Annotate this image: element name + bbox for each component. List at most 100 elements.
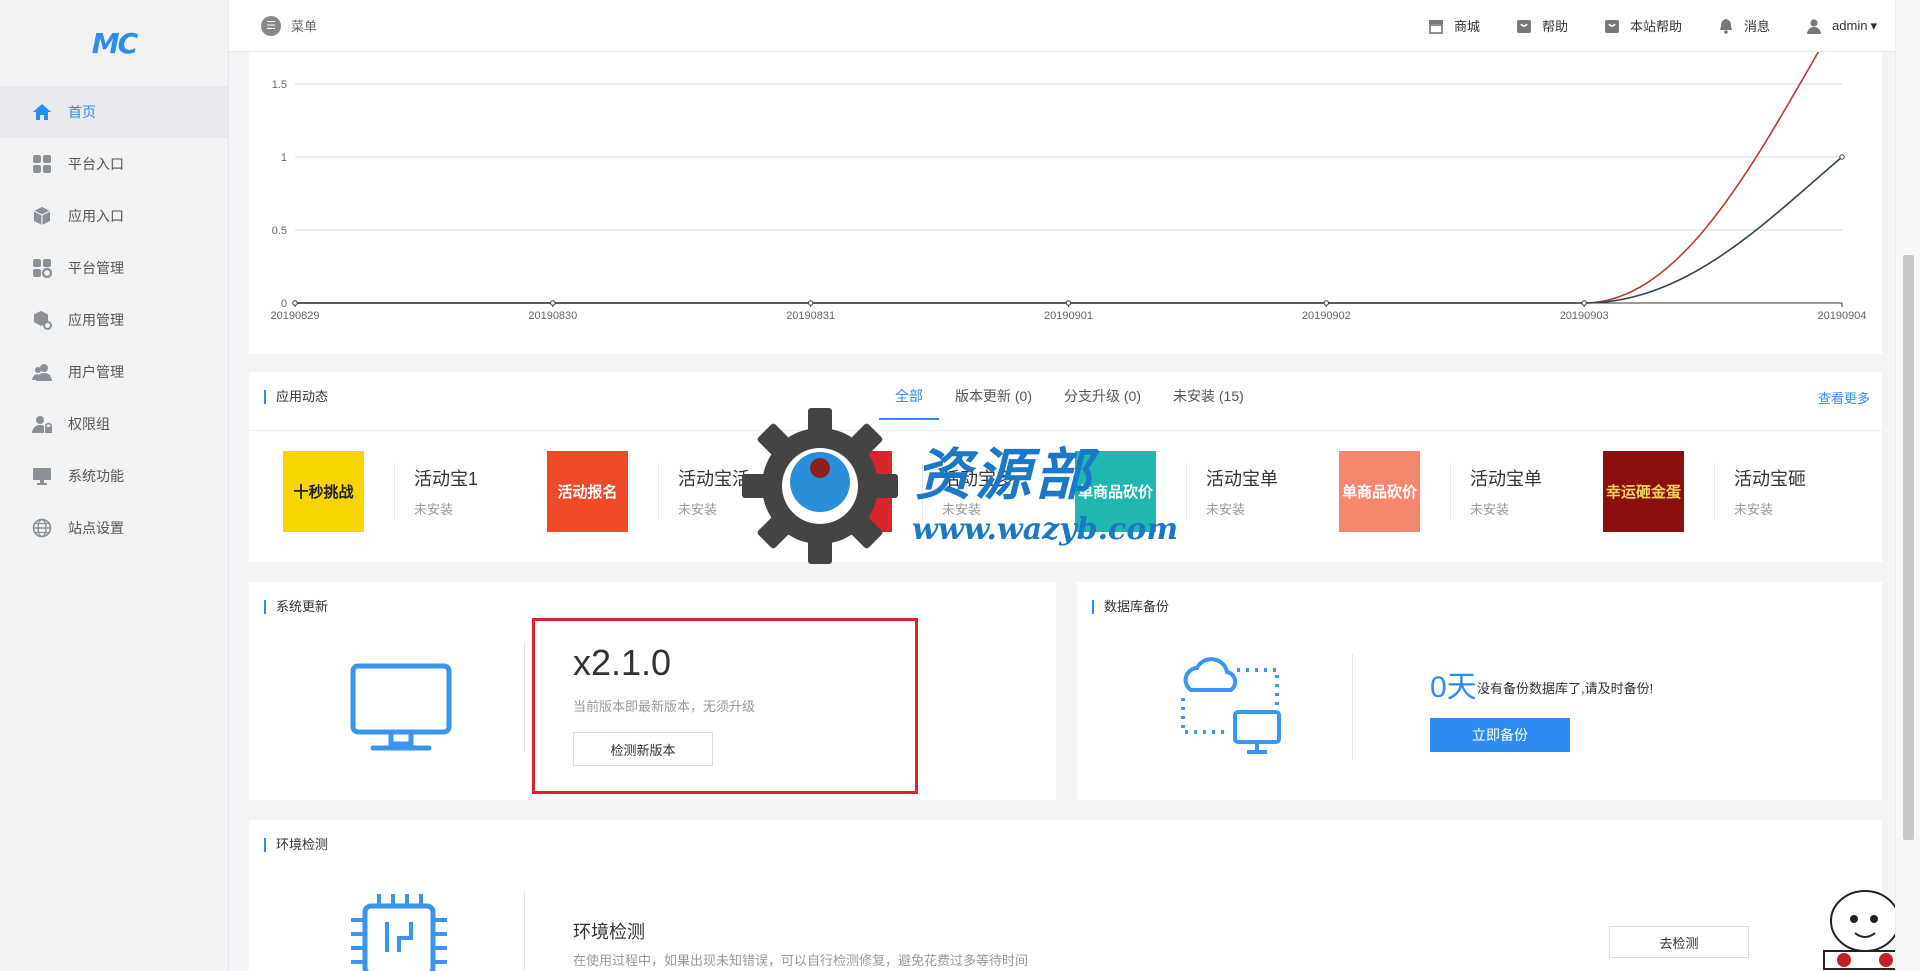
app-status: 未安装 — [678, 502, 718, 517]
top-link-label: 本站帮助 — [1630, 19, 1683, 34]
sidebar-item-3[interactable]: 平台管理 — [0, 242, 228, 294]
sidebar-item-label: 用户管理 — [68, 364, 124, 380]
x-tick-label: 20190831 — [786, 310, 835, 322]
data-point — [292, 300, 298, 306]
user-lock-icon — [32, 414, 52, 434]
sidebar-item-2[interactable]: 应用入口 — [0, 190, 228, 242]
y-tick-label: 1.5 — [272, 79, 287, 91]
y-tick-label: 1 — [281, 152, 287, 164]
data-point — [807, 300, 814, 306]
globe-icon — [32, 518, 52, 538]
cube-gear-icon — [32, 310, 52, 330]
grid-gear-icon — [32, 258, 52, 278]
sidebar-item-label: 应用管理 — [68, 312, 124, 328]
activity-tabs: 全部 版本更新 (0) 分支升级 (0) 未安装 (15) — [879, 372, 1260, 420]
bell-icon — [1718, 18, 1734, 34]
sidebar-item-0[interactable]: 首页 — [0, 86, 228, 138]
app-card[interactable]: 单商品砍价 活动宝单未安装 — [1305, 451, 1565, 533]
data-point — [1581, 300, 1587, 306]
sidebar: MC 首页平台入口应用入口平台管理应用管理用户管理权限组系统功能站点设置 — [0, 0, 229, 971]
sidebar-item-5[interactable]: 用户管理 — [0, 346, 228, 398]
series-line-0 — [295, 52, 1820, 304]
top-link-2[interactable]: 本站帮助 — [1604, 16, 1682, 35]
app-status: 未安装 — [1470, 502, 1510, 517]
top-link-1[interactable]: 帮助 — [1516, 16, 1568, 35]
tab-3[interactable]: 未安装 (15) — [1157, 372, 1260, 420]
sidebar-item-label: 平台入口 — [68, 156, 124, 172]
store-icon — [1428, 18, 1444, 34]
app-activity-card: 应用动态 全部 版本更新 (0) 分支升级 (0) 未安装 (15) 查看更多 十秒挑… — [249, 372, 1882, 562]
top-links: 商城 帮助 本站帮助 消息 admin ▾ — [1392, 16, 1895, 35]
line-chart: 0 0.5 1 1.5 20190829 20190830 20190831 20190901… — [271, 52, 1866, 322]
top-link-label: 消息 — [1744, 19, 1771, 34]
sidebar-item-8[interactable]: 站点设置 — [0, 502, 228, 554]
go-check-button[interactable]: 去检测 — [1609, 926, 1749, 958]
app-card[interactable]: 幸运砸金蛋 活动宝砸未安装 — [1569, 451, 1829, 533]
tab-2[interactable]: 分支升级 (0) — [1048, 372, 1157, 420]
app-thumbnail: 十秒挑战 — [283, 451, 364, 532]
sidebar-item-1[interactable]: 平台入口 — [0, 138, 228, 190]
app-thumbnail: 幸运砸金蛋 — [1603, 451, 1684, 532]
app-name: 活动宝砸 — [1734, 469, 1806, 489]
x-tick-label: 20190829 — [271, 310, 320, 322]
scroll-thumb[interactable] — [1903, 255, 1914, 840]
menu-icon: ☰ — [261, 15, 281, 36]
tab-0[interactable]: 全部 — [879, 372, 939, 420]
view-more-link[interactable]: 查看更多 — [1818, 388, 1870, 407]
sidebar-item-label: 站点设置 — [68, 520, 124, 536]
logo[interactable]: MC — [0, 0, 228, 86]
highlight-box — [532, 618, 918, 794]
user-icon — [1806, 18, 1822, 34]
scrollbar[interactable] — [1895, 0, 1920, 971]
tab-1[interactable]: 版本更新 (0) — [939, 372, 1048, 420]
help-bag-icon — [1516, 18, 1532, 34]
app-card[interactable]: 单商品砍价 活动宝单 未安装 — [1041, 451, 1301, 533]
divider — [394, 463, 395, 519]
top-link-label: admin — [1832, 18, 1868, 33]
cloud-sync-icon — [1181, 657, 1281, 754]
env-check-card: 环境检测 环境检测 在使用过程中，如果出现未知错误，可以自行检测修复，避免花费过… — [249, 820, 1882, 971]
sidebar-item-label: 平台管理 — [68, 260, 124, 276]
logo-text: MC — [91, 26, 138, 60]
topbar: ☰ 菜单 商城 帮助 本站帮助 消息 admin ▾ — [229, 0, 1895, 52]
menu-toggle[interactable]: ☰ 菜单 — [261, 15, 318, 36]
data-point — [1839, 154, 1845, 160]
app-status: 未安装 — [1734, 502, 1774, 517]
sidebar-item-6[interactable]: 权限组 — [0, 398, 228, 450]
app-thumbnail: 单商品砍价 — [1339, 451, 1420, 532]
y-tick-label: 0 — [281, 298, 287, 310]
top-link-0[interactable]: 商城 — [1428, 16, 1480, 35]
chart-card: 0 0.5 1 1.5 20190829 20190830 20190831 20190901… — [249, 52, 1882, 354]
top-link-3[interactable]: 消息 — [1718, 16, 1770, 35]
data-point — [1065, 300, 1072, 306]
app-activity-title: 应用动态 — [264, 390, 328, 404]
app-status: 未安装 — [942, 502, 982, 517]
app-thumbnail: 单商品砍价 — [1075, 451, 1156, 532]
sidebar-item-label: 权限组 — [68, 416, 110, 432]
backup-message: 没有备份数据库了,请及时备份! — [1477, 681, 1654, 696]
divider — [1450, 463, 1451, 519]
sidebar-item-4[interactable]: 应用管理 — [0, 294, 228, 346]
app-card[interactable]: 十秒挑战 活动宝1 未安装 — [249, 451, 509, 533]
x-tick-label: 20190830 — [528, 310, 577, 322]
sidebar-item-7[interactable]: 系统功能 — [0, 450, 228, 502]
x-tick-label: 20190902 — [1302, 310, 1351, 322]
data-point — [550, 300, 556, 306]
app-name: 活动宝单 — [1470, 469, 1542, 489]
y-tick-label: 0.5 — [272, 225, 287, 237]
backup-now-button[interactable]: 立即备份 — [1430, 718, 1570, 752]
divider — [1352, 654, 1353, 760]
top-link-label: 帮助 — [1542, 19, 1569, 34]
app-name: 活动宝活 — [678, 469, 750, 489]
app-card[interactable]: 砍价 活动宝多 未安装 — [777, 451, 1037, 533]
monitor-icon — [32, 466, 52, 486]
divider — [922, 463, 923, 519]
backup-card: 数据库备份 0天 没有备份数据库了,请及时备份! 立即备份 — [1077, 582, 1882, 800]
menu-label: 菜单 — [291, 19, 318, 34]
env-check-title: 环境检测 — [264, 838, 328, 852]
backup-days: 0天 — [1430, 671, 1477, 704]
users-icon — [32, 362, 52, 382]
app-card[interactable]: 活动报名 活动宝活 未安装 — [513, 451, 773, 533]
sidebar-item-label: 首页 — [68, 104, 96, 120]
top-link-4[interactable]: admin ▾ — [1806, 18, 1877, 34]
